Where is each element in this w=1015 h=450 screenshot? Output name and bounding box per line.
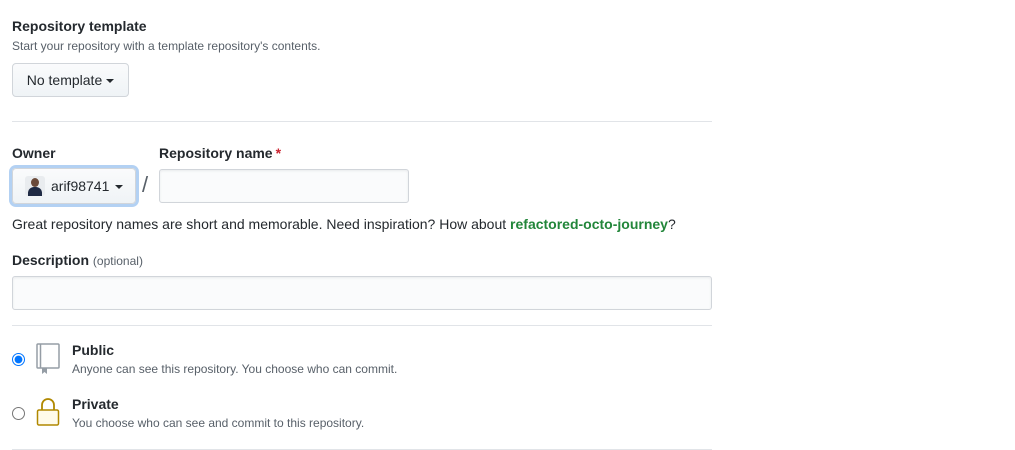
repository-name-hint: Great repository names are short and mem… [12, 216, 676, 232]
avatar [25, 176, 45, 196]
description-input[interactable] [12, 276, 712, 310]
description-label: Description (optional) [12, 252, 143, 268]
owner-label: Owner [12, 145, 56, 161]
repository-name-input[interactable] [159, 169, 409, 203]
repository-name-label: Repository name * [159, 145, 281, 161]
template-heading: Repository template [12, 18, 147, 34]
suggested-name-link[interactable]: refactored-octo-journey [510, 216, 668, 232]
template-button-label: No template [26, 72, 103, 88]
caret-down-icon [106, 79, 115, 83]
template-dropdown-button[interactable]: No template [12, 63, 129, 97]
visibility-option-private[interactable]: Private You choose who can see and commi… [12, 396, 712, 443]
lock-icon [36, 398, 60, 426]
private-radio[interactable] [12, 407, 25, 420]
private-subtitle: You choose who can see and commit to thi… [72, 416, 365, 430]
repo-book-icon [36, 343, 60, 374]
owner-repo-separator: / [142, 172, 149, 197]
divider [12, 121, 712, 122]
required-asterisk: * [275, 145, 282, 161]
repository-name-label-text: Repository name [159, 145, 273, 161]
hint-text: Great repository names are short and mem… [12, 216, 511, 232]
public-title: Public [72, 342, 115, 358]
new-repository-form: Repository template Start your repositor… [0, 0, 1015, 450]
visibility-option-public[interactable]: Public Anyone can see this repository. Y… [12, 342, 712, 389]
optional-hint: (optional) [92, 254, 143, 268]
description-label-text: Description [12, 252, 90, 268]
owner-dropdown-button[interactable]: arif98741 [12, 168, 136, 204]
public-radio[interactable] [12, 353, 25, 366]
private-title: Private [72, 396, 119, 412]
caret-down-icon [115, 185, 124, 189]
divider [12, 325, 712, 326]
hint-suffix: ? [667, 216, 676, 232]
owner-selected-label: arif98741 [51, 178, 110, 194]
public-subtitle: Anyone can see this repository. You choo… [72, 362, 398, 376]
template-description: Start your repository with a template re… [12, 39, 321, 53]
